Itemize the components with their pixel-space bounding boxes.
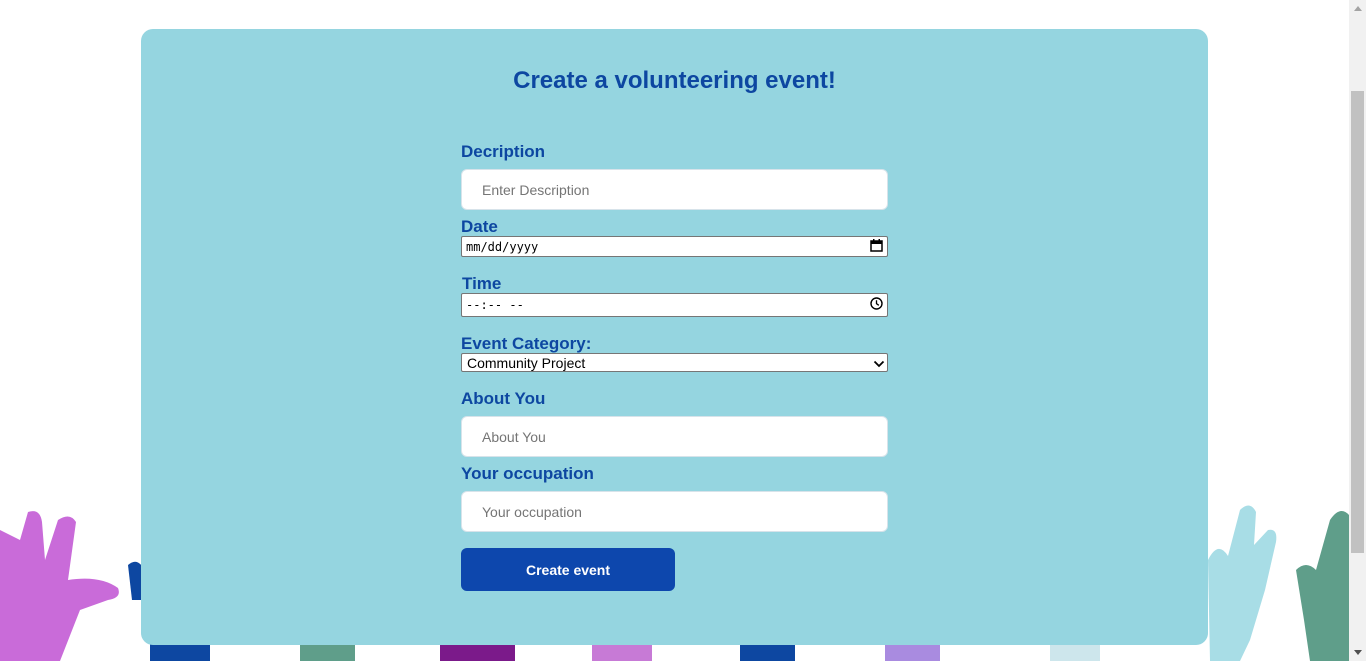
description-label: Decription: [461, 142, 546, 161]
scrollbar-thumb[interactable]: [1351, 91, 1364, 553]
occupation-label: Your occupation: [461, 464, 594, 483]
time-label: Time: [462, 274, 502, 293]
description-input[interactable]: [461, 169, 888, 210]
occupation-input[interactable]: [461, 491, 888, 532]
scroll-up-arrow-icon[interactable]: [1349, 0, 1366, 17]
scroll-down-arrow-icon[interactable]: [1349, 644, 1366, 661]
time-input[interactable]: --:-- --: [461, 293, 888, 317]
chevron-down-icon: [873, 355, 885, 371]
vertical-scrollbar[interactable]: [1349, 0, 1366, 661]
event-category-select[interactable]: Community Project: [461, 353, 888, 372]
create-event-card: Create a volunteering event! Decription …: [141, 29, 1208, 645]
event-category-label: Event Category:: [461, 334, 592, 353]
about-you-input[interactable]: [461, 416, 888, 457]
clock-icon[interactable]: [870, 297, 883, 313]
about-you-label: About You: [461, 389, 546, 408]
event-category-value: Community Project: [467, 354, 586, 371]
page-title: Create a volunteering event!: [513, 67, 836, 94]
date-value: mm/dd/yyyy: [466, 239, 539, 254]
date-label: Date: [461, 217, 498, 236]
date-input[interactable]: mm/dd/yyyy: [461, 236, 888, 257]
time-value: --:-- --: [466, 298, 524, 312]
calendar-icon[interactable]: [870, 238, 883, 255]
create-event-button[interactable]: Create event: [461, 548, 675, 591]
